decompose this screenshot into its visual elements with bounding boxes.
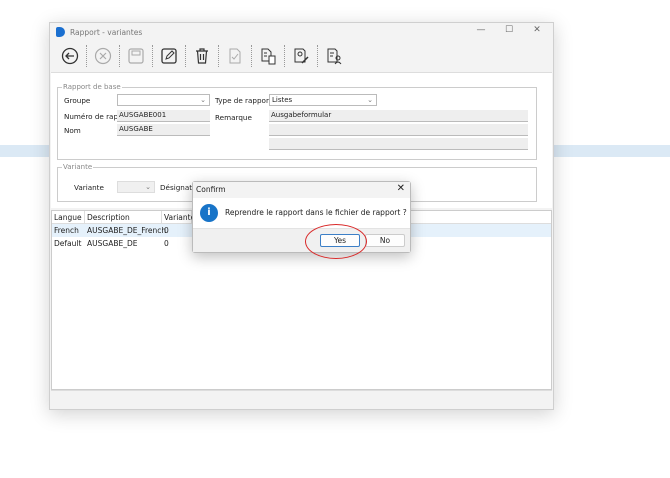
column-header-description[interactable]: Description — [85, 211, 162, 224]
remarque-field[interactable]: Ausgabeformular — [269, 110, 528, 122]
remarque-field-line2[interactable] — [269, 124, 528, 136]
report-user-icon[interactable] — [322, 44, 346, 68]
app-logo-icon — [56, 27, 65, 37]
cell-variante: 0 — [164, 226, 169, 235]
column-header-langue[interactable]: Langue — [52, 211, 85, 224]
separator — [251, 45, 252, 67]
column-header-variante[interactable]: Variante — [162, 211, 195, 224]
maximize-button[interactable]: ☐ — [495, 25, 523, 35]
variante-label: Variante — [74, 183, 104, 192]
edit-report-icon[interactable] — [289, 44, 313, 68]
no-button[interactable]: No — [365, 234, 405, 247]
chevron-down-icon: ⌄ — [367, 96, 373, 104]
cell-langue: Default — [54, 239, 82, 248]
separator — [185, 45, 186, 67]
variante-select[interactable]: ⌄ — [117, 181, 155, 193]
dialog-close-button[interactable]: ✕ — [397, 183, 405, 194]
cell-description: AUSGABE_DE — [87, 239, 138, 248]
toolbar — [50, 41, 553, 71]
confirm-dialog: Confirm ✕ i Reprendre le rapport dans le… — [192, 181, 411, 253]
type-select[interactable]: Listes ⌄ — [269, 94, 377, 106]
info-icon: i — [200, 204, 218, 222]
window-title: Rapport - variantes — [70, 27, 143, 37]
remarque-label: Remarque — [215, 113, 252, 122]
separator — [86, 45, 87, 67]
numero-field[interactable]: AUSGABE001 — [117, 110, 210, 122]
minimize-button[interactable]: — — [467, 25, 495, 35]
dialog-footer: Yes No — [193, 228, 410, 252]
variante-legend: Variante — [63, 163, 93, 171]
edit-icon[interactable] — [157, 44, 181, 68]
cell-description: AUSGABE_DE_French — [87, 226, 167, 235]
highlight-circle-annotation — [305, 224, 367, 259]
background-band — [554, 145, 670, 157]
background-band — [0, 145, 49, 157]
dialog-title: Confirm — [193, 182, 410, 198]
status-bar — [51, 390, 552, 408]
dialog-message: Reprendre le rapport dans le fichier de … — [225, 208, 407, 217]
type-label: Type de rapport — [215, 96, 272, 105]
nom-label: Nom — [64, 126, 81, 135]
back-icon[interactable] — [58, 44, 82, 68]
groupe-label: Groupe — [64, 96, 91, 105]
chevron-down-icon: ⌄ — [145, 183, 151, 191]
remarque-field-line3[interactable] — [269, 138, 528, 150]
save-icon[interactable] — [124, 44, 148, 68]
separator — [284, 45, 285, 67]
cell-variante: 0 — [164, 239, 169, 248]
delete-icon[interactable] — [190, 44, 214, 68]
groupe-select[interactable]: ⌄ — [117, 94, 210, 106]
cell-langue: French — [54, 226, 79, 235]
separator — [119, 45, 120, 67]
chevron-down-icon: ⌄ — [200, 96, 206, 104]
separator — [152, 45, 153, 67]
copy-document-icon[interactable] — [256, 44, 280, 68]
close-button[interactable]: ✕ — [523, 25, 551, 35]
separator — [218, 45, 219, 67]
nom-field[interactable]: AUSGABE — [117, 124, 210, 136]
base-report-legend: Rapport de base — [63, 83, 121, 91]
separator — [317, 45, 318, 67]
check-document-icon[interactable] — [223, 44, 247, 68]
cancel-icon[interactable] — [91, 44, 115, 68]
